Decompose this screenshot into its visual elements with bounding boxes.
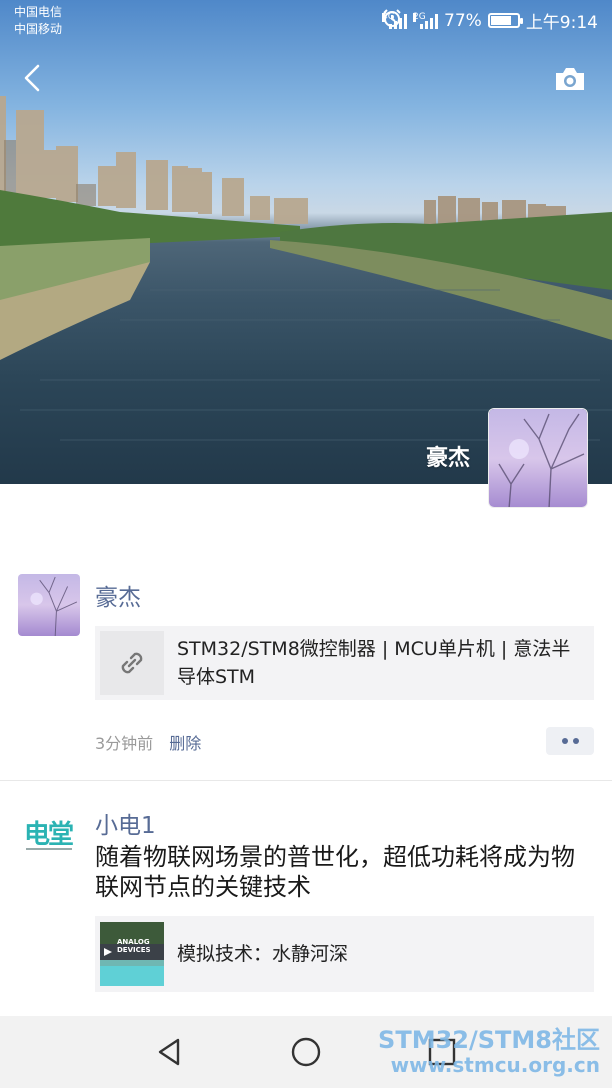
post-1-meta: 3分钟前 删除	[95, 730, 201, 754]
camera-button[interactable]	[554, 66, 586, 92]
dot-icon	[561, 738, 568, 744]
thumb-brand: ANALOG DEVICES	[117, 938, 151, 954]
delete-button[interactable]: 删除	[169, 730, 201, 754]
signal-2-label: 2G	[413, 11, 426, 22]
post-1-avatar[interactable]	[18, 574, 80, 636]
link-icon	[121, 652, 143, 674]
avatar-brand-line	[26, 848, 72, 850]
post-1-link-title: STM32/STM8微控制器 | MCU单片机 | 意法半导体STM	[177, 638, 571, 688]
clock: 上午9:14	[525, 13, 598, 33]
post-2-thumb: ANALOG DEVICES	[100, 922, 164, 986]
watermark-line-1: STM32/STM8社区	[378, 1026, 600, 1054]
avatar-image	[489, 409, 587, 507]
circle-home-icon	[291, 1037, 321, 1067]
analog-devices-logo-thumb	[100, 922, 164, 986]
post-1-author[interactable]: 豪杰	[95, 578, 141, 612]
avatar-image	[18, 574, 80, 636]
dot-icon	[572, 738, 579, 744]
avatar-brand: 电堂	[24, 820, 74, 850]
alarm-icon	[383, 9, 401, 27]
post-2-link-title: 模拟技术：水静河深	[177, 943, 349, 965]
post-2-author[interactable]: 小电1	[95, 806, 156, 840]
status-icons: 4G 2G 77% 上午9:14	[382, 8, 598, 33]
cover-username: 豪杰	[425, 446, 470, 471]
post-2-link-card[interactable]: ANALOG DEVICES 模拟技术：水静河深	[95, 916, 594, 992]
triangle-back-icon	[158, 1038, 180, 1066]
watermark: STM32/STM8社区 www.stmcu.org.cn	[378, 1026, 600, 1076]
watermark-line-2: www.stmcu.org.cn	[390, 1053, 600, 1077]
more-actions-button[interactable]	[546, 727, 594, 755]
carrier-2: 中国移动	[14, 22, 63, 36]
post-2-avatar[interactable]: 电堂	[18, 808, 80, 870]
nav-back-button[interactable]	[152, 1034, 188, 1070]
battery-fill	[490, 16, 511, 25]
profile-avatar[interactable]	[488, 408, 588, 508]
link-thumb	[100, 631, 164, 695]
battery-percent: 77%	[444, 10, 482, 31]
post-1-link-card[interactable]: STM32/STM8微控制器 | MCU单片机 | 意法半导体STM	[95, 626, 594, 700]
camera-icon	[556, 68, 584, 90]
post-divider	[0, 780, 612, 781]
post-1-time: 3分钟前	[95, 734, 154, 753]
chevron-left-icon	[24, 64, 40, 92]
post-2-text: 随着物联网场景的普世化，超低功耗将成为物联网节点的关键技术	[95, 843, 575, 901]
carrier-1: 中国电信	[14, 5, 63, 19]
carrier-labels: 中国电信 中国移动	[14, 4, 62, 38]
back-button[interactable]	[18, 62, 46, 94]
status-bar: 中国电信 中国移动 4G 2G 77% 上午9:14	[0, 0, 612, 42]
nav-home-button[interactable]	[288, 1034, 324, 1070]
signal-2-icon: 2G	[413, 11, 439, 29]
battery-icon	[487, 13, 523, 28]
